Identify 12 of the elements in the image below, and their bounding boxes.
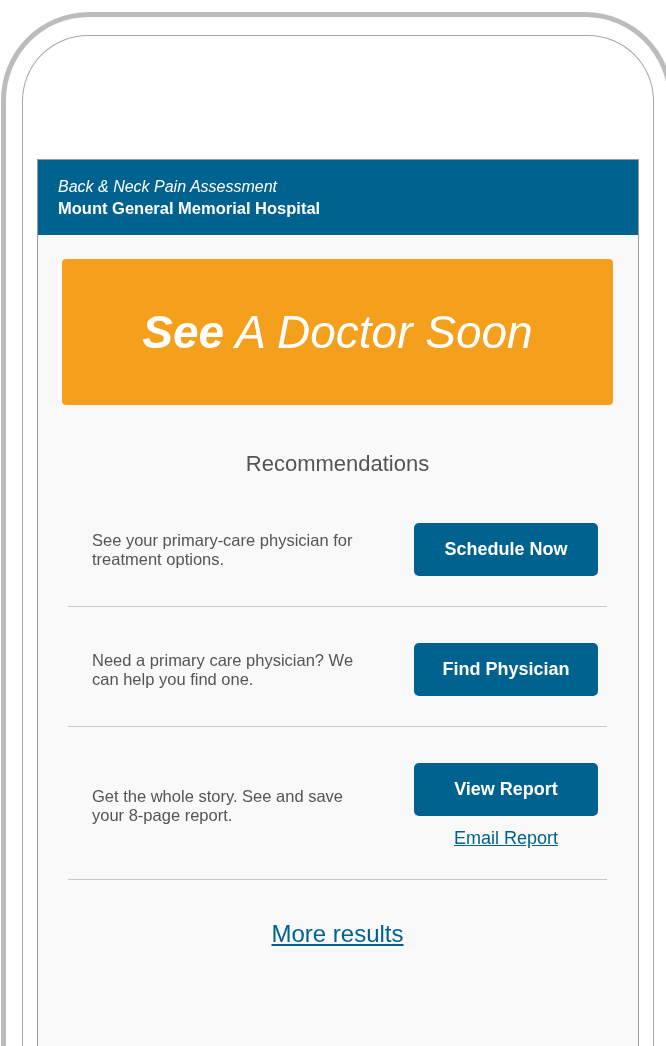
email-report-link[interactable]: Email Report	[453, 828, 558, 849]
hospital-name: Mount General Memorial Hospital	[58, 199, 322, 218]
recommendations-heading: Recommendations	[244, 451, 431, 477]
recommendation-text: See your primary-care physician for treatment options.	[92, 530, 354, 569]
action-button[interactable]: Schedule Now	[414, 523, 598, 576]
result-banner: See A Doctor Soon	[62, 259, 613, 405]
action-button[interactable]: View Report	[414, 763, 598, 816]
recommendation-text: Get the whole story. See and save your 8-page report.	[92, 787, 344, 825]
assessment-subtitle: Back & Neck Pain Assessment	[58, 178, 279, 196]
action-button[interactable]: Find Physician	[414, 643, 598, 696]
more-results-link[interactable]: More results	[271, 920, 404, 947]
recommendation-text: Need a primary care physician? We can help you find one.	[92, 650, 355, 689]
